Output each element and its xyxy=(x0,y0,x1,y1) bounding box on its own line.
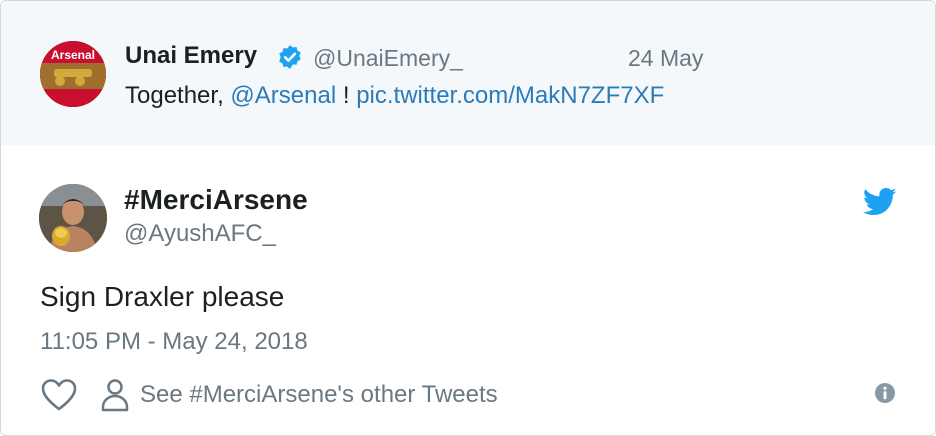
arsenal-logo-text: Arsenal xyxy=(51,48,95,62)
author-name[interactable]: #MerciArsene xyxy=(124,184,308,216)
quoted-tweet[interactable]: Arsenal Unai Emery @UnaiEmery_ 24 May To… xyxy=(1,1,935,145)
author-photo-image xyxy=(39,184,107,252)
arsenal-mention-link[interactable]: @Arsenal xyxy=(230,82,336,109)
quoted-author-name[interactable]: Unai Emery xyxy=(125,42,257,70)
arsenal-avatar[interactable]: Arsenal xyxy=(40,41,106,107)
tweet-text: Sign Draxler please xyxy=(40,281,285,312)
quoted-tweet-date[interactable]: 24 May xyxy=(628,45,703,72)
verified-badge-icon xyxy=(279,45,301,69)
tweet-timestamp[interactable]: 11:05 PM - May 24, 2018 xyxy=(40,328,308,356)
quoted-author-handle[interactable]: @UnaiEmery_ xyxy=(313,45,463,72)
embedded-tweet-card: Arsenal Unai Emery @UnaiEmery_ 24 May To… xyxy=(0,0,936,436)
person-icon[interactable] xyxy=(100,378,130,412)
author-avatar[interactable] xyxy=(39,184,107,252)
quoted-text-prefix: Together, xyxy=(125,82,231,109)
heart-icon[interactable] xyxy=(41,378,77,412)
quoted-tweet-text: Together, @Arsenal ! pic.twitter.com/Mak… xyxy=(125,82,664,110)
author-handle[interactable]: @AyushAFC_ xyxy=(124,220,276,248)
arsenal-crest-icon: Arsenal xyxy=(40,41,106,107)
see-other-tweets-link[interactable]: See #MerciArsene's other Tweets xyxy=(140,381,498,409)
twitter-bird-icon[interactable] xyxy=(863,187,897,217)
info-icon[interactable] xyxy=(874,382,896,404)
quoted-text-middle: ! xyxy=(336,82,357,109)
pic-twitter-link[interactable]: pic.twitter.com/MakN7ZF7XF xyxy=(356,82,664,109)
